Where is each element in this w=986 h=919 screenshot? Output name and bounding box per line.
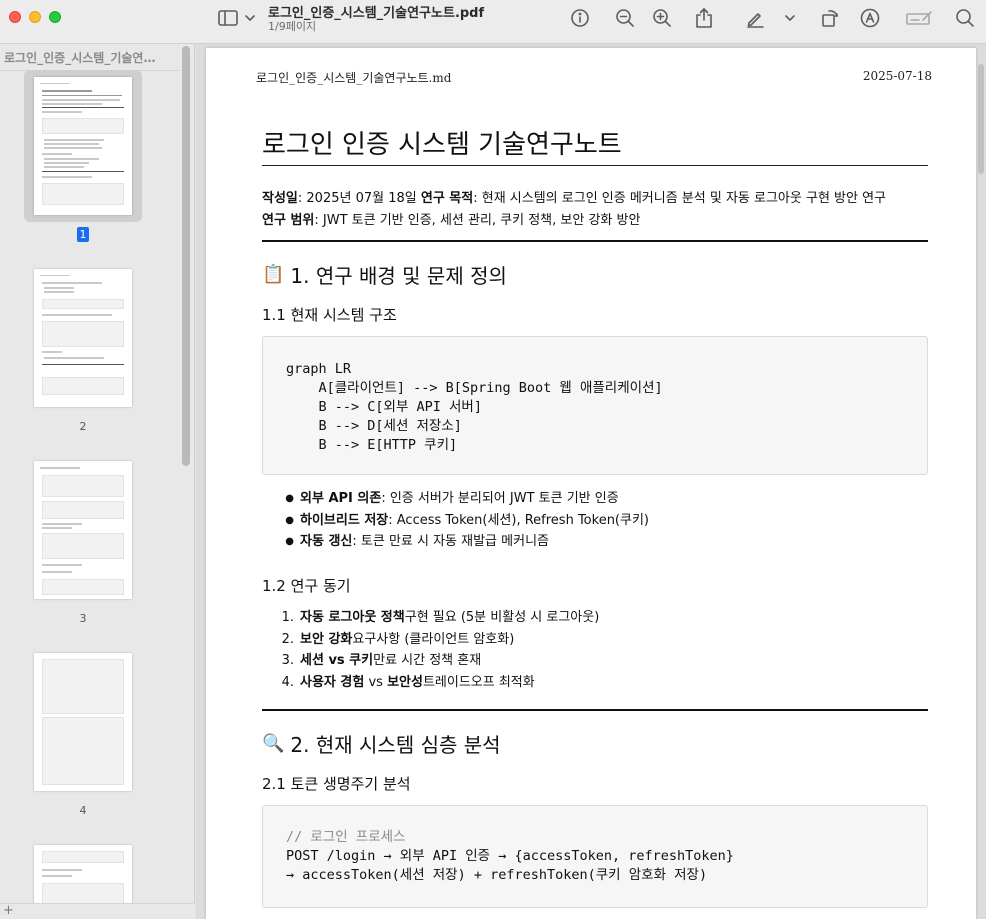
title-underline [262,165,928,166]
meta-label: 연구 범위 [262,213,315,228]
subsection-2-1-heading: 2.1 토큰 생명주기 분석 [262,775,411,793]
toolbar: 로그인_인증_시스템_기술연구노트.pdf 1/9페이지 [0,0,986,44]
page-thumbnail-4[interactable] [34,653,132,791]
code-line: POST /login → 외부 API 인증 → {accessToken, … [286,848,734,864]
search-icon [956,9,974,27]
rotate-button[interactable] [818,6,842,30]
section-divider [262,240,928,242]
page-header-filename: 로그인_인증_시스템_기술연구노트.md [256,71,452,85]
meta-value: : 현재 시스템의 로그인 인증 메커니즘 분석 및 자동 로그아웃 구현 방안… [473,191,887,206]
page-header-date: 2025-07-18 [862,69,932,83]
zoom-in-button[interactable] [650,6,674,30]
section-2-title: 2. 현재 시스템 심층 분석 [290,733,501,757]
code-line: B --> E[HTTP 쿠키] [286,437,458,453]
list-item: ● 하이브리드 저장: Access Token(세션), Refresh Tok… [285,512,649,528]
document-scrollbar[interactable] [976,64,986,174]
share-icon [696,8,712,28]
clipboard-icon: 📋 [262,264,285,285]
list-item: 2. 보안 강화 요구사항 (클라이언트 암호화) [281,631,515,647]
numbered-list: 1. 자동 로그아웃 정책 구현 필요 (5분 비활성 시 로그아웃) 2. 보안 … [262,607,600,693]
share-button[interactable] [692,6,716,30]
page-thumbnail-5[interactable] [34,845,132,905]
list-item: 4. 사용자 경험 vs 보안성 트레이드오프 최적화 [281,674,535,690]
bullet-list: ● 외부 API 의존: 인증 서버가 분리되어 JWT 토큰 기반 인증 ● 하이… [262,488,649,553]
list-item: ● 외부 API 의존: 인증 서버가 분리되어 JWT 토큰 기반 인증 [285,491,619,506]
page-number-3: 3 [79,612,87,625]
sidebar-footer: + [0,903,195,919]
list-item: ● 자동 갱신: 토큰 만료 시 자동 재발급 메커니즘 [285,534,549,549]
document-viewer[interactable]: 로그인_인증_시스템_기술연구노트.md 2025-07-18 로그인 인증 시… [196,44,986,919]
zoom-window-button[interactable] [49,11,61,23]
add-page-button[interactable]: + [3,903,14,918]
section-2-heading: 🔍 2. 현재 시스템 심층 분석 [262,729,501,758]
page-thumbnail-2[interactable] [34,269,132,407]
meta-value: : 2025년 07월 18일 [297,191,421,206]
meta-line-1: 작성일: 2025년 07월 18일 연구 목적: 현재 시스템의 로그인 인증… [262,187,886,206]
magnifier-icon: 🔍 [262,733,285,754]
subsection-1-1-heading: 1.1 현재 시스템 구조 [262,306,397,324]
page-number-2: 2 [79,420,87,433]
meta-label: 연구 목적 [420,191,474,206]
info-icon [571,9,589,27]
zoom-out-icon [616,9,634,27]
sidebar-title: 로그인_인증_시스템_기술연구노트 [4,51,164,65]
markup-button[interactable] [743,6,767,30]
code-block-graph: graph LR A[클라이언트] --> B[Spring Boot 웹 애플… [262,336,928,475]
markup-menu-button[interactable] [782,6,798,30]
document-title-heading: 로그인 인증 시스템 기술연구노트 [262,130,622,160]
list-item: 1. 자동 로그아웃 정책 구현 필요 (5분 비활성 시 로그아웃) [281,610,600,625]
meta-label: 작성일 [262,191,298,206]
thumbnail-sidebar: 로그인_인증_시스템_기술연구노트 1 2 3 4 + [0,44,195,919]
search-button[interactable] [953,6,977,30]
section-1-title: 1. 연구 배경 및 문제 정의 [290,264,507,288]
chevron-down-icon [785,15,795,21]
code-comment: // 로그인 프로세스 [286,829,406,845]
code-line: A[클라이언트] --> B[Spring Boot 웹 애플리케이션] [286,380,663,396]
page-thumbnail-1[interactable] [34,77,132,215]
page-indicator: 1/9페이지 [268,20,317,33]
minimize-window-button[interactable] [29,11,41,23]
form-fill-button[interactable] [904,6,934,30]
code-line: graph LR [286,361,352,377]
section-1-heading: 📋 1. 연구 배경 및 문제 정의 [262,260,507,289]
page-number-1: 1 [77,227,89,242]
rotate-icon [822,10,838,27]
sidebar-icon [218,10,255,26]
code-line: B --> C[외부 API 서버] [286,399,482,415]
code-block-login: // 로그인 프로세스 POST /login → 외부 API 인증 → {a… [262,805,928,908]
info-button[interactable] [568,6,592,30]
pen-icon [747,13,764,28]
pdf-page: 로그인_인증_시스템_기술연구노트.md 2025-07-18 로그인 인증 시… [206,48,976,919]
meta-value: : JWT 토큰 기반 인증, 세션 관리, 쿠키 정책, 보안 강화 방안 [314,213,641,228]
subsection-1-2-heading: 1.2 연구 동기 [262,577,351,595]
page-thumbnail-3[interactable] [34,461,132,599]
annotate-icon [860,8,880,28]
form-icon [906,11,932,25]
zoom-out-button[interactable] [613,6,637,30]
code-line: → accessToken(세션 저장) + refreshToken(쿠키 암… [286,867,708,883]
zoom-in-icon [653,9,671,27]
close-window-button[interactable] [9,11,21,23]
sidebar-scrollbar[interactable] [182,46,190,466]
section-divider [262,709,928,711]
annotate-button[interactable] [858,6,882,30]
code-line: B --> D[세션 저장소] [286,418,462,434]
meta-line-2: 연구 범위: JWT 토큰 기반 인증, 세션 관리, 쿠키 정책, 보안 강화… [262,209,640,228]
sidebar-toggle-button[interactable] [214,6,258,30]
page-number-4: 4 [79,804,87,817]
list-item: 3. 세션 vs 쿠키 만료 시간 정책 혼재 [281,653,482,668]
